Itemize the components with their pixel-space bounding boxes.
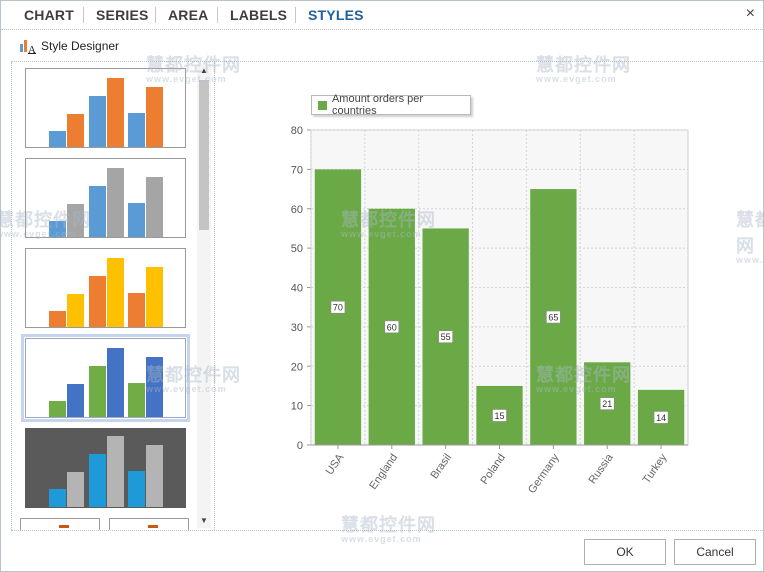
- tab-labels[interactable]: LABELS: [230, 7, 287, 23]
- gallery-scrollbar[interactable]: ▲ ▼: [197, 64, 211, 528]
- tab-separator: [155, 7, 156, 23]
- thumb-bar: [128, 471, 145, 507]
- style-thumbnail-3[interactable]: [25, 248, 186, 328]
- cancel-button[interactable]: Cancel: [674, 539, 756, 565]
- tab-styles[interactable]: STYLES: [308, 7, 364, 23]
- thumb-bar: [128, 293, 145, 327]
- style-thumbnail-7[interactable]: [109, 518, 189, 530]
- thumb-bar: [89, 276, 106, 327]
- tab-chart[interactable]: CHART: [24, 7, 74, 23]
- thumb-bar: [146, 267, 163, 327]
- bar-chart: 0 10 20 30 40 50 60 70 80 70 USA 60 England 55 Brasil 1…: [291, 125, 689, 496]
- y-tick-label: 10: [291, 401, 303, 413]
- tab-area[interactable]: AREA: [168, 7, 208, 23]
- chart-style-icon: A: [19, 38, 37, 56]
- thumb-bar: [128, 383, 145, 417]
- tab-separator: [83, 7, 84, 23]
- thumb-bar: [146, 357, 163, 417]
- style-thumbnail-1[interactable]: [25, 68, 186, 148]
- thumb-bar: [67, 114, 84, 147]
- y-tick-label: 70: [291, 164, 303, 176]
- thumb-bar: [146, 445, 163, 507]
- thumb-bar: [89, 454, 106, 507]
- thumb-bar: [107, 168, 124, 237]
- thumb-bar: [148, 525, 158, 528]
- y-tick-label: 0: [297, 440, 303, 452]
- tab-separator: [217, 7, 218, 23]
- style-thumbnail-5[interactable]: [25, 428, 186, 508]
- x-tick-label: Germany: [526, 451, 562, 495]
- tab-bar: CHART SERIES AREA LABELS STYLES ×: [1, 1, 763, 30]
- thumb-bar: [128, 203, 145, 237]
- data-label: 65: [548, 313, 558, 323]
- tab-series[interactable]: SERIES: [96, 7, 149, 23]
- x-tick-label: Poland: [478, 452, 507, 487]
- thumb-bar: [89, 186, 106, 237]
- thumb-bar: [49, 131, 66, 147]
- thumb-bar: [107, 348, 124, 417]
- thumb-bar: [89, 366, 106, 417]
- data-label: 70: [333, 303, 343, 313]
- x-tick-label: England: [367, 452, 400, 492]
- data-label: 14: [656, 413, 666, 423]
- style-designer-button[interactable]: A Style Designer: [19, 36, 119, 56]
- thumb-bar: [67, 204, 84, 237]
- data-label: 21: [602, 399, 612, 409]
- tab-separator: [295, 7, 296, 23]
- scroll-up-icon[interactable]: ▲: [197, 64, 211, 78]
- style-thumbnail-4-selected[interactable]: [21, 334, 190, 422]
- thumb-bar: [49, 221, 66, 237]
- y-tick-label: 80: [291, 125, 303, 137]
- thumb-bar: [107, 78, 124, 147]
- thumb-bar: [146, 177, 163, 237]
- thumb-bar: [89, 96, 106, 147]
- y-tick-label: 20: [291, 361, 303, 373]
- style-gallery: [11, 62, 215, 530]
- thumb-bar: [59, 525, 69, 528]
- thumb-bar: [146, 87, 163, 147]
- thumb-bar: [49, 401, 66, 417]
- y-tick-label: 40: [291, 283, 303, 295]
- thumb-bar: [107, 436, 124, 507]
- data-label: 55: [441, 332, 451, 342]
- style-thumbnail-6[interactable]: [20, 518, 100, 530]
- scrollbar-thumb[interactable]: [199, 80, 209, 230]
- data-label: 15: [494, 411, 504, 421]
- y-tick-label: 50: [291, 243, 303, 255]
- thumb-bar: [67, 472, 84, 507]
- x-tick-label: USA: [324, 451, 347, 477]
- close-icon[interactable]: ×: [746, 5, 755, 23]
- y-tick-label: 30: [291, 322, 303, 334]
- chart-preview: Amount orders per countries 0 10 20 30 40 50 6…: [213, 62, 763, 530]
- thumb-bar: [49, 489, 66, 507]
- svg-text:A: A: [28, 44, 36, 54]
- thumb-bar: [67, 294, 84, 327]
- thumb-bar: [49, 311, 66, 327]
- x-tick-label: Brasil: [428, 452, 454, 481]
- chart-designer-dialog: CHART SERIES AREA LABELS STYLES × A Styl…: [0, 0, 764, 572]
- style-designer-label: Style Designer: [41, 39, 120, 53]
- thumb-bar: [67, 384, 84, 417]
- thumb-bar: [128, 113, 145, 147]
- x-tick-label: Turkey: [641, 451, 670, 485]
- thumb-bar: [107, 258, 124, 327]
- x-tick-label: Russia: [587, 451, 617, 486]
- style-thumbnail-2[interactable]: [25, 158, 186, 238]
- ok-button[interactable]: OK: [584, 539, 666, 565]
- scroll-down-icon[interactable]: ▼: [197, 514, 211, 528]
- data-label: 60: [387, 322, 397, 332]
- divider: [11, 530, 763, 531]
- y-tick-label: 60: [291, 204, 303, 216]
